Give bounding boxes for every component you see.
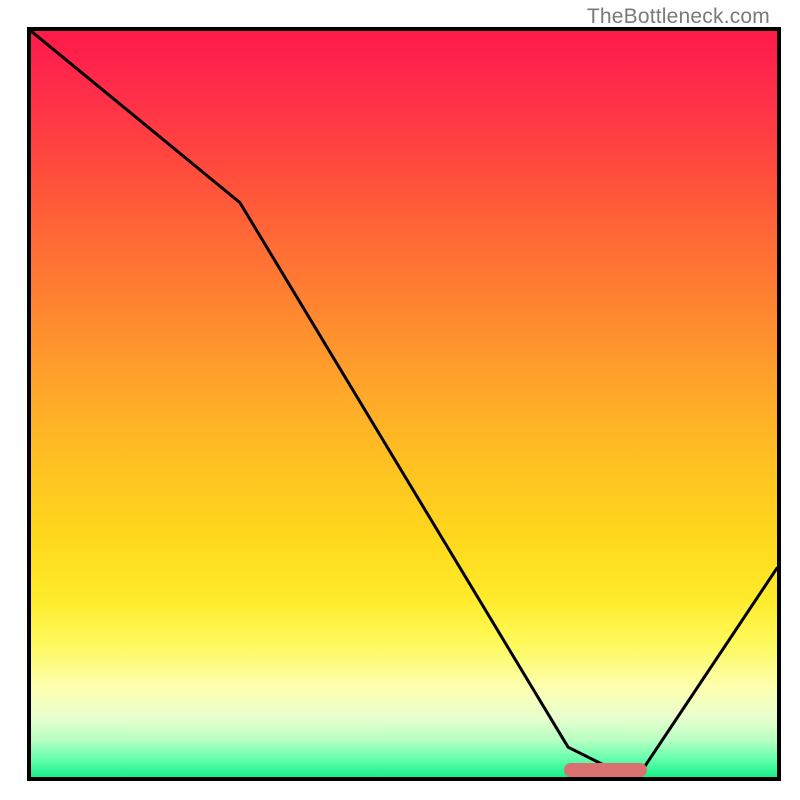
bottleneck-curve [31, 31, 777, 777]
optimal-range-marker [564, 763, 647, 777]
plot-area [27, 27, 781, 781]
chart-container: TheBottleneck.com [0, 0, 800, 800]
watermark-text: TheBottleneck.com [587, 5, 770, 29]
